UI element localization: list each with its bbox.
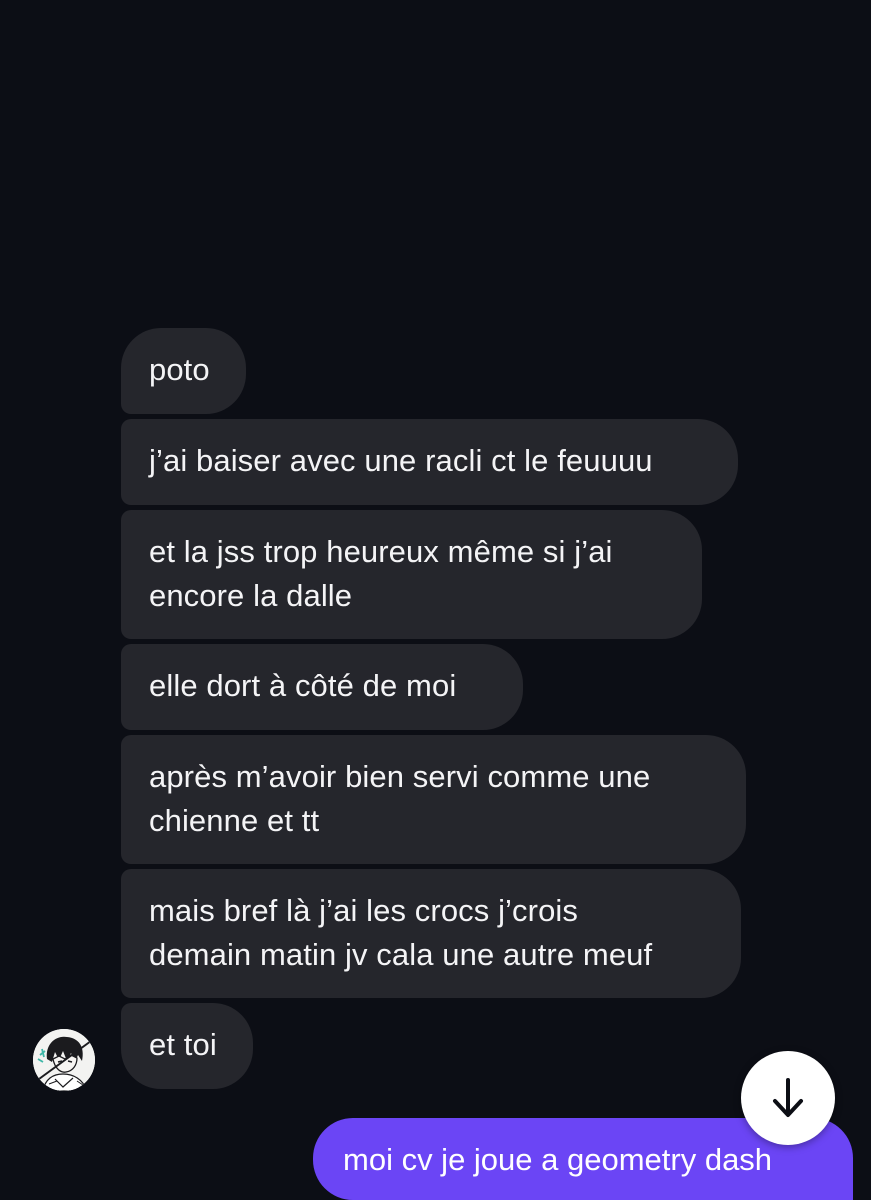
avatar-image xyxy=(33,1029,95,1091)
contact-avatar[interactable] xyxy=(33,1029,95,1091)
scroll-to-bottom-button[interactable] xyxy=(741,1051,835,1145)
received-message[interactable]: et toi xyxy=(121,1003,253,1089)
received-message[interactable]: et la jss trop heureux même si j’ai enco… xyxy=(121,510,702,639)
received-message[interactable]: après m’avoir bien servi comme une chien… xyxy=(121,735,746,864)
received-message[interactable]: poto xyxy=(121,328,246,414)
arrow-down-icon xyxy=(773,1078,803,1117)
message-thread[interactable]: poto j’ai baiser avec une racli ct le fe… xyxy=(0,0,871,1200)
received-message[interactable]: elle dort à côté de moi xyxy=(121,644,523,730)
received-message[interactable]: j’ai baiser avec une racli ct le feuuuu xyxy=(121,419,738,505)
received-message[interactable]: mais bref là j’ai les crocs j’crois dema… xyxy=(121,869,741,998)
